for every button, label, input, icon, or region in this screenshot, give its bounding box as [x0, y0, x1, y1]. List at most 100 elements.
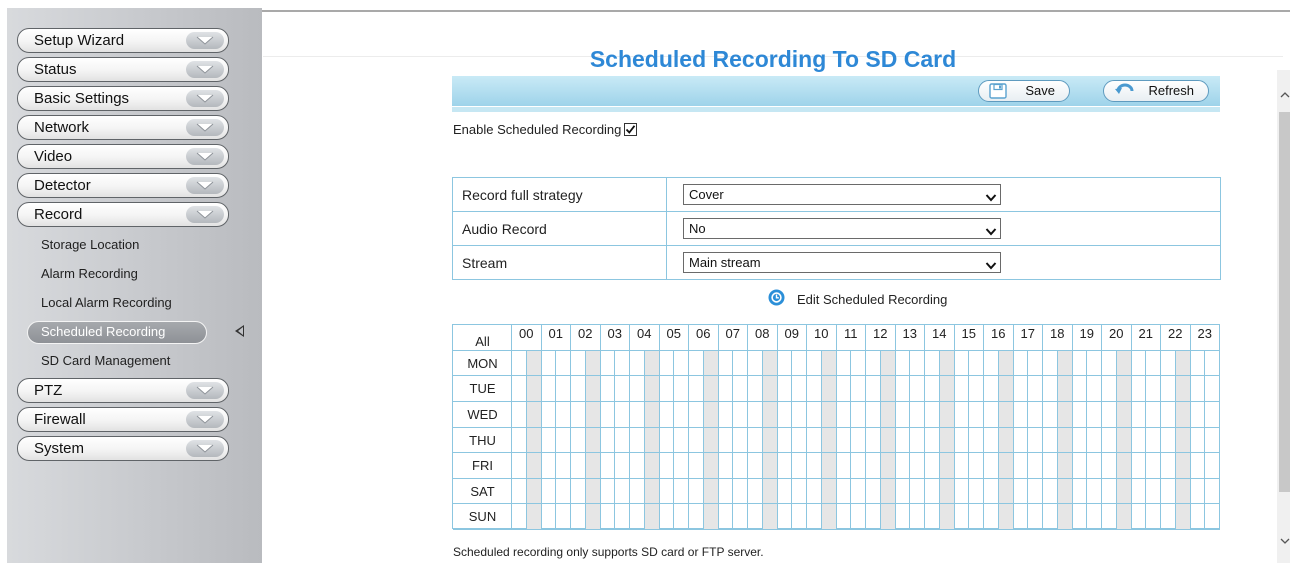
schedule-slot[interactable] — [718, 427, 734, 454]
schedule-slot[interactable] — [984, 504, 999, 530]
schedule-slot[interactable] — [571, 504, 586, 530]
schedule-day-label[interactable]: SAT — [453, 479, 512, 505]
schedule-slot[interactable] — [1131, 453, 1147, 479]
schedule-slot[interactable] — [910, 478, 925, 505]
menu-setup-wizard-button[interactable]: Setup Wizard — [17, 28, 229, 53]
schedule-slot[interactable] — [600, 376, 616, 402]
schedule-slot[interactable] — [703, 350, 719, 377]
schedule-slot[interactable] — [821, 504, 837, 530]
schedule-slot[interactable] — [512, 453, 527, 479]
schedule-slot[interactable] — [644, 401, 660, 428]
schedule-slot[interactable] — [1161, 376, 1176, 402]
schedule-slot[interactable] — [1057, 427, 1073, 454]
schedule-slot[interactable] — [512, 427, 527, 454]
schedule-slot[interactable] — [600, 427, 616, 454]
schedule-slot[interactable] — [866, 350, 881, 377]
schedule-slot[interactable] — [1013, 350, 1029, 377]
schedule-slot[interactable] — [1072, 453, 1088, 479]
schedule-slot[interactable] — [1190, 350, 1206, 377]
schedule-slot[interactable] — [659, 478, 675, 505]
schedule-slot[interactable] — [939, 504, 955, 530]
schedule-slot[interactable] — [895, 453, 911, 479]
schedule-slot[interactable] — [541, 478, 557, 505]
schedule-slot[interactable] — [1057, 453, 1073, 479]
schedule-slot[interactable] — [541, 504, 557, 530]
schedule-slot[interactable] — [969, 427, 984, 454]
schedule-slot[interactable] — [703, 427, 719, 454]
schedule-slot[interactable] — [526, 401, 542, 428]
schedule-slot[interactable] — [571, 453, 586, 479]
schedule-slot[interactable] — [866, 376, 881, 402]
schedule-slot[interactable] — [674, 427, 689, 454]
schedule-slot[interactable] — [880, 504, 896, 530]
schedule-slot[interactable] — [674, 401, 689, 428]
schedule-slot[interactable] — [526, 504, 542, 530]
schedule-slot[interactable] — [644, 478, 660, 505]
schedule-slot[interactable] — [615, 427, 630, 454]
schedule-slot[interactable] — [1013, 376, 1029, 402]
schedule-slot[interactable] — [925, 401, 940, 428]
schedule-slot[interactable] — [1131, 504, 1147, 530]
schedule-hour-header[interactable]: 02 — [571, 325, 601, 351]
schedule-day-label[interactable]: FRI — [453, 453, 512, 479]
schedule-slot[interactable] — [954, 478, 970, 505]
menu-ptz-button[interactable]: PTZ — [17, 378, 229, 403]
schedule-slot[interactable] — [762, 427, 778, 454]
scroll-up-arrow-icon[interactable] — [1280, 86, 1290, 104]
schedule-slot[interactable] — [836, 427, 852, 454]
schedule-slot[interactable] — [556, 401, 571, 428]
schedule-slot[interactable] — [703, 376, 719, 402]
schedule-hour-header[interactable]: 06 — [689, 325, 719, 351]
schedule-slot[interactable] — [777, 504, 793, 530]
schedule-slot[interactable] — [1057, 401, 1073, 428]
schedule-slot[interactable] — [585, 504, 601, 530]
schedule-slot[interactable] — [954, 453, 970, 479]
schedule-slot[interactable] — [807, 376, 822, 402]
schedule-slot[interactable] — [895, 478, 911, 505]
schedule-slot[interactable] — [718, 453, 734, 479]
schedule-slot[interactable] — [1190, 376, 1206, 402]
schedule-slot[interactable] — [792, 427, 807, 454]
schedule-slot[interactable] — [1102, 504, 1117, 530]
schedule-day-label[interactable]: THU — [453, 428, 512, 454]
schedule-slot[interactable] — [1013, 427, 1029, 454]
schedule-slot[interactable] — [600, 478, 616, 505]
schedule-slot[interactable] — [571, 350, 586, 377]
settings-select[interactable]: Main stream — [683, 252, 1001, 273]
schedule-hour-header[interactable]: 08 — [748, 325, 778, 351]
schedule-slot[interactable] — [644, 504, 660, 530]
schedule-slot[interactable] — [1175, 427, 1191, 454]
submenu-sd-card-management[interactable]: SD Card Management — [7, 347, 262, 376]
schedule-slot[interactable] — [512, 376, 527, 402]
schedule-slot[interactable] — [762, 478, 778, 505]
schedule-slot[interactable] — [1116, 427, 1132, 454]
scroll-down-arrow-icon[interactable] — [1280, 532, 1290, 550]
schedule-slot[interactable] — [703, 504, 719, 530]
schedule-slot[interactable] — [1161, 504, 1176, 530]
schedule-slot[interactable] — [984, 478, 999, 505]
schedule-slot[interactable] — [556, 427, 571, 454]
schedule-slot[interactable] — [792, 376, 807, 402]
menu-system-button[interactable]: System — [17, 436, 229, 461]
schedule-slot[interactable] — [762, 376, 778, 402]
schedule-hour-header[interactable]: 15 — [954, 325, 984, 351]
schedule-slot[interactable] — [1087, 350, 1102, 377]
schedule-day-label[interactable]: TUE — [453, 376, 512, 402]
schedule-slot[interactable] — [703, 401, 719, 428]
menu-network-button[interactable]: Network — [17, 115, 229, 140]
schedule-hour-header[interactable]: 09 — [777, 325, 807, 351]
schedule-slot[interactable] — [895, 401, 911, 428]
schedule-slot[interactable] — [1175, 478, 1191, 505]
schedule-slot[interactable] — [1028, 427, 1043, 454]
schedule-slot[interactable] — [1205, 504, 1220, 530]
schedule-slot[interactable] — [1013, 401, 1029, 428]
schedule-slot[interactable] — [689, 401, 704, 428]
schedule-hour-header[interactable]: 23 — [1190, 325, 1220, 351]
schedule-slot[interactable] — [644, 376, 660, 402]
schedule-slot[interactable] — [910, 376, 925, 402]
schedule-slot[interactable] — [630, 427, 645, 454]
schedule-slot[interactable] — [1161, 401, 1176, 428]
schedule-hour-header[interactable]: 10 — [807, 325, 837, 351]
schedule-slot[interactable] — [1057, 350, 1073, 377]
schedule-slot[interactable] — [571, 427, 586, 454]
